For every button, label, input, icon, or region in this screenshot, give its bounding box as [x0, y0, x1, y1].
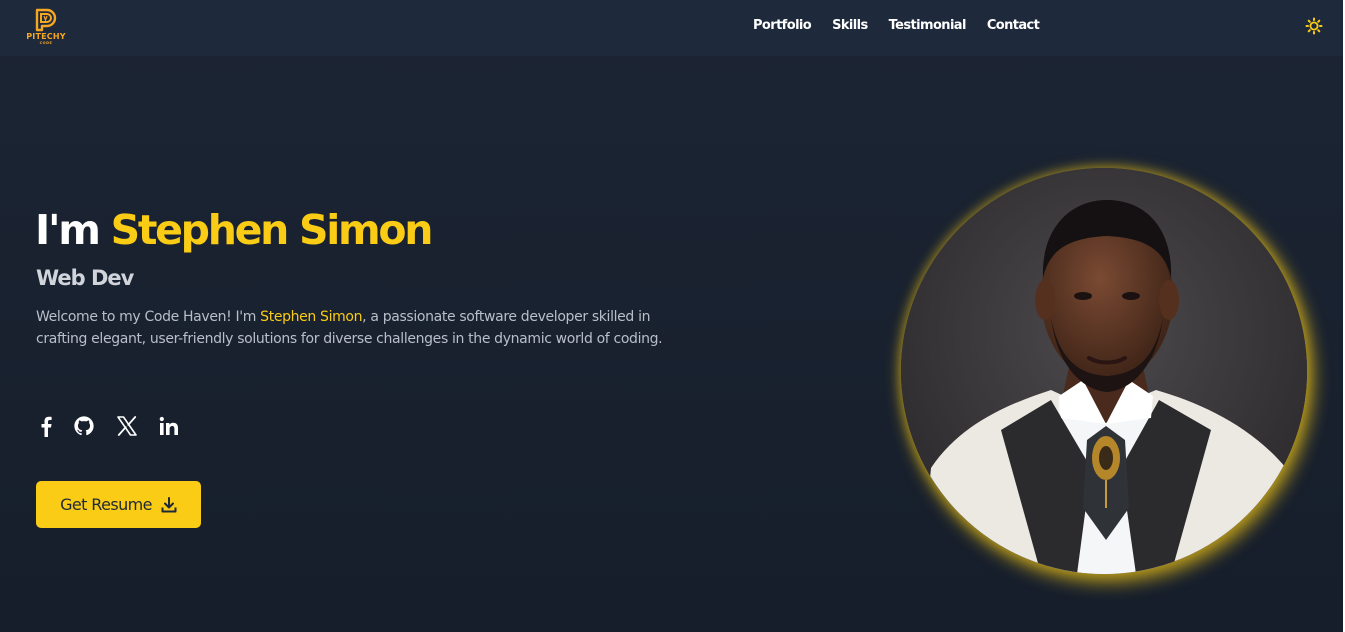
social-links [34, 414, 181, 438]
nav-testimonial[interactable]: Testimonial [889, 18, 967, 33]
nav-skills[interactable]: Skills [832, 18, 868, 33]
profile-photo [901, 168, 1307, 574]
github-icon[interactable] [72, 414, 96, 438]
portfolio-page: PITECHY CODE Portfolio Skills Testimonia… [0, 0, 1343, 632]
x-twitter-icon[interactable] [115, 414, 139, 438]
facebook-icon[interactable] [34, 414, 58, 438]
download-icon [161, 496, 177, 512]
nav-portfolio[interactable]: Portfolio [753, 18, 812, 33]
linkedin-icon[interactable] [157, 414, 181, 438]
get-resume-button[interactable]: Get Resume [36, 481, 201, 528]
hero-greeting: I'm [35, 206, 101, 254]
brand-subtitle: CODE [39, 41, 53, 45]
intro-name: Stephen Simon [260, 309, 363, 325]
brand-name: PITECHY [26, 32, 66, 41]
theme-toggle-sun-icon[interactable] [1305, 17, 1323, 35]
nav-contact[interactable]: Contact [987, 18, 1040, 33]
intro-text-start: Welcome to my Code Haven! I'm [36, 309, 261, 325]
hero-intro: Welcome to my Code Haven! I'm Stephen Si… [36, 306, 666, 350]
hero-name: Stephen Simon [110, 206, 434, 254]
nav-links: Portfolio Skills Testimonial Contact [753, 18, 1060, 33]
logo[interactable]: PITECHY CODE [22, 8, 70, 48]
hero-title: I'm Stephen Simon [35, 206, 434, 254]
hero-role: Web Dev [36, 266, 134, 290]
logo-mark-icon [35, 8, 57, 32]
navbar: PITECHY CODE Portfolio Skills Testimonia… [0, 0, 1343, 56]
resume-label: Get Resume [60, 495, 152, 514]
